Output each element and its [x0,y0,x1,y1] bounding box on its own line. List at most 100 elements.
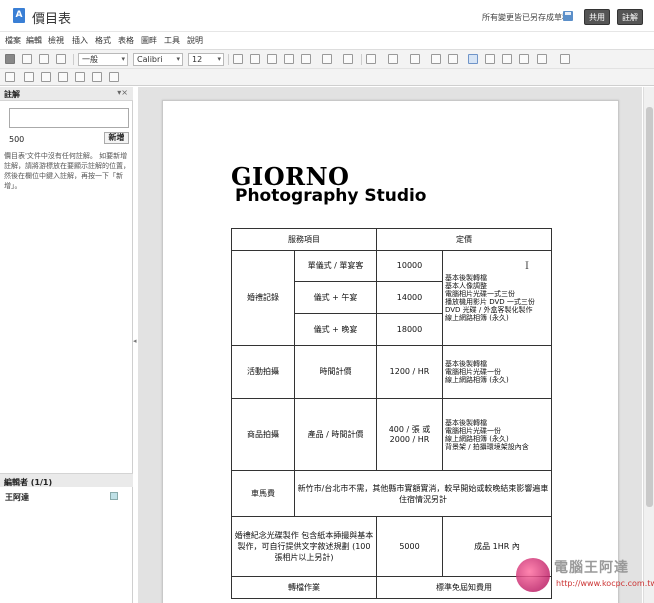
header-price[interactable]: 定價 [376,228,552,251]
menu-insert[interactable]: 插入 [72,35,88,46]
product-item[interactable]: 產品 / 時間計價 [294,398,377,471]
cell-split-icon[interactable] [92,72,102,82]
event-item[interactable]: 時間計價 [294,345,377,399]
travel-label[interactable]: 車馬費 [231,470,295,517]
quote-icon[interactable] [448,54,458,64]
toolbar-divider [228,54,229,65]
paint-format-icon[interactable] [56,54,66,64]
clear-formatting-icon[interactable] [560,54,570,64]
editors-title: 編輯者 (1/1) [4,478,53,487]
product-label[interactable]: 商品拍攝 [231,398,295,471]
menu-table[interactable]: 表格 [118,35,134,46]
comment-input[interactable] [9,108,129,128]
table-row: 商品拍攝 產品 / 時間計價 400 / 張 或 2000 / HR 基本後製轉… [231,398,552,471]
editor-name: 王阿達 [5,493,29,502]
detail-line: 電腦相片光碟一份 [445,368,501,376]
insert-table-icon[interactable] [5,72,15,82]
brand-subtitle: Photography Studio [235,186,427,206]
event-price[interactable]: 1200 / HR [376,345,443,399]
table-rows-icon[interactable] [24,72,34,82]
document-title[interactable]: 價目表 [32,8,71,27]
numbered-list-icon[interactable] [388,54,398,64]
header-service[interactable]: 服務項目 [231,228,377,251]
print-icon[interactable] [5,54,15,64]
wedding-label[interactable]: 婚禮記錄 [231,250,295,346]
share-button[interactable]: 共用 [584,9,610,25]
comments-panel: 註解 ▾× 500 新增 價目表'文件中沒有任何註解。 如要新增註解，請將游標放… [0,87,133,603]
underline-icon[interactable] [267,54,277,64]
disc-price[interactable]: 5000 [376,516,443,577]
text-color-icon[interactable] [301,54,311,64]
justify-icon[interactable] [519,54,529,64]
line-spacing-icon[interactable] [537,54,547,64]
editors-header: 編輯者 (1/1) [0,473,133,487]
table-properties-icon[interactable] [58,72,68,82]
document-page[interactable]: GIORNO Photography Studio 服務項目 定價 婚禮記錄 單… [162,100,619,603]
panel-close-icon[interactable]: ▾× [117,88,128,97]
strikethrough-icon[interactable] [284,54,294,64]
italic-icon[interactable] [250,54,260,64]
travel-description[interactable]: 新竹市/台北市不需，其他縣市實額實消，較早開始或較晚結束影響遍車住宿情況另計 [294,470,552,517]
redo-icon[interactable] [39,54,49,64]
table-row: 婚禮紀念光碟製作 包含紙本揷撮與基本製作，可自行提供文字敘述規劃 (100 張相… [231,516,552,577]
align-left-icon[interactable] [468,54,478,64]
add-comment-button[interactable]: 新增 [104,132,129,144]
decrease-indent-icon[interactable] [410,54,420,64]
style-select[interactable]: 一般 [78,53,128,66]
link-icon[interactable] [343,54,353,64]
menu-file[interactable]: 檔案 [5,35,21,46]
menu-format[interactable]: 格式 [95,35,111,46]
site-watermark: 電腦王阿達 http://www.kocpc.com.tw [516,555,654,599]
document-canvas[interactable]: GIORNO Photography Studio 服務項目 定價 婚禮記錄 單… [138,87,642,603]
collapse-panel-icon[interactable]: ◂ [133,337,137,345]
menu-edit[interactable]: 編輯 [26,35,42,46]
wedding-item[interactable]: 儀式 + 晚宴 [294,313,377,346]
price-line: 400 / 張 或 [388,424,431,434]
watermark-logo-icon [516,558,550,592]
docs-logo-icon[interactable]: A [13,8,25,23]
wedding-item[interactable]: 儀式 + 午宴 [294,281,377,314]
cell-border-icon[interactable] [109,72,119,82]
align-center-icon[interactable] [485,54,495,64]
detail-line: 播放機用影片 DVD 一式三份 [445,298,535,306]
table-row: 服務項目 定價 [231,228,552,251]
conversion-label[interactable]: 轉檔作業 [231,576,377,599]
wedding-item[interactable]: 單儀式 / 單宴客 [294,250,377,282]
detail-line: DVD 光碟 / 外盒客製化製作 [445,306,533,314]
bulleted-list-icon[interactable] [366,54,376,64]
wedding-details[interactable]: 基本後製轉檔 基本人像調整 電腦相片光碟一式三份 播放機用影片 DVD 一式三份… [442,250,552,346]
table-toolbar [0,69,654,86]
undo-icon[interactable] [22,54,32,64]
vertical-scrollbar[interactable] [643,87,654,603]
highlight-color-icon[interactable] [322,54,332,64]
menu-bar: 檔案 編輯 檢視 插入 格式 表格 圖畔 工具 說明 [0,32,654,48]
increase-indent-icon[interactable] [431,54,441,64]
bold-icon[interactable] [233,54,243,64]
event-details[interactable]: 基本後製轉檔 電腦相片光碟一份 線上網路相簿 (永久) [442,345,552,399]
watermark-url: http://www.kocpc.com.tw [556,579,654,588]
comments-empty-hint: 價目表'文件中沒有任何註解。 如要新增註解，請將游標放在要顯示註解的位置，然後在… [4,152,130,190]
disc-description[interactable]: 婚禮紀念光碟製作 包含紙本揷撮與基本製作，可自行提供文字敘述規劃 (100 張相… [231,516,377,577]
size-select[interactable]: 12 [188,53,224,66]
wedding-price[interactable]: 18000 [376,313,443,346]
table-columns-icon[interactable] [41,72,51,82]
product-details[interactable]: 基本後製轉檔 電腦相片光碟一份 線上網路相簿 (永久) 背景架 / 拍攝環境架設… [442,398,552,471]
comment-button[interactable]: 註解 [617,9,643,25]
product-price[interactable]: 400 / 張 或 2000 / HR [376,398,443,471]
cell-merge-icon[interactable] [75,72,85,82]
scrollbar-thumb[interactable] [646,107,653,507]
editor-color-swatch [110,492,118,500]
event-label[interactable]: 活動拍攝 [231,345,295,399]
wedding-price[interactable]: 10000 [376,250,443,282]
menu-help[interactable]: 說明 [187,35,203,46]
detail-line: 電腦相片光碟一份 [445,426,501,435]
align-right-icon[interactable] [502,54,512,64]
menu-view[interactable]: 檢視 [48,35,64,46]
title-bar: A 價目表 所有變更皆已另存成草稿 共用 註解 [0,0,654,32]
font-select[interactable]: Calibri [133,53,183,66]
price-line: 2000 / HR [389,434,430,444]
wedding-price[interactable]: 14000 [376,281,443,314]
menu-drawing[interactable]: 圖畔 [141,35,157,46]
price-table[interactable]: 服務項目 定價 婚禮記錄 單儀式 / 單宴客 10000 基本後製轉檔 基本人像… [231,228,552,599]
menu-tools[interactable]: 工具 [164,35,180,46]
